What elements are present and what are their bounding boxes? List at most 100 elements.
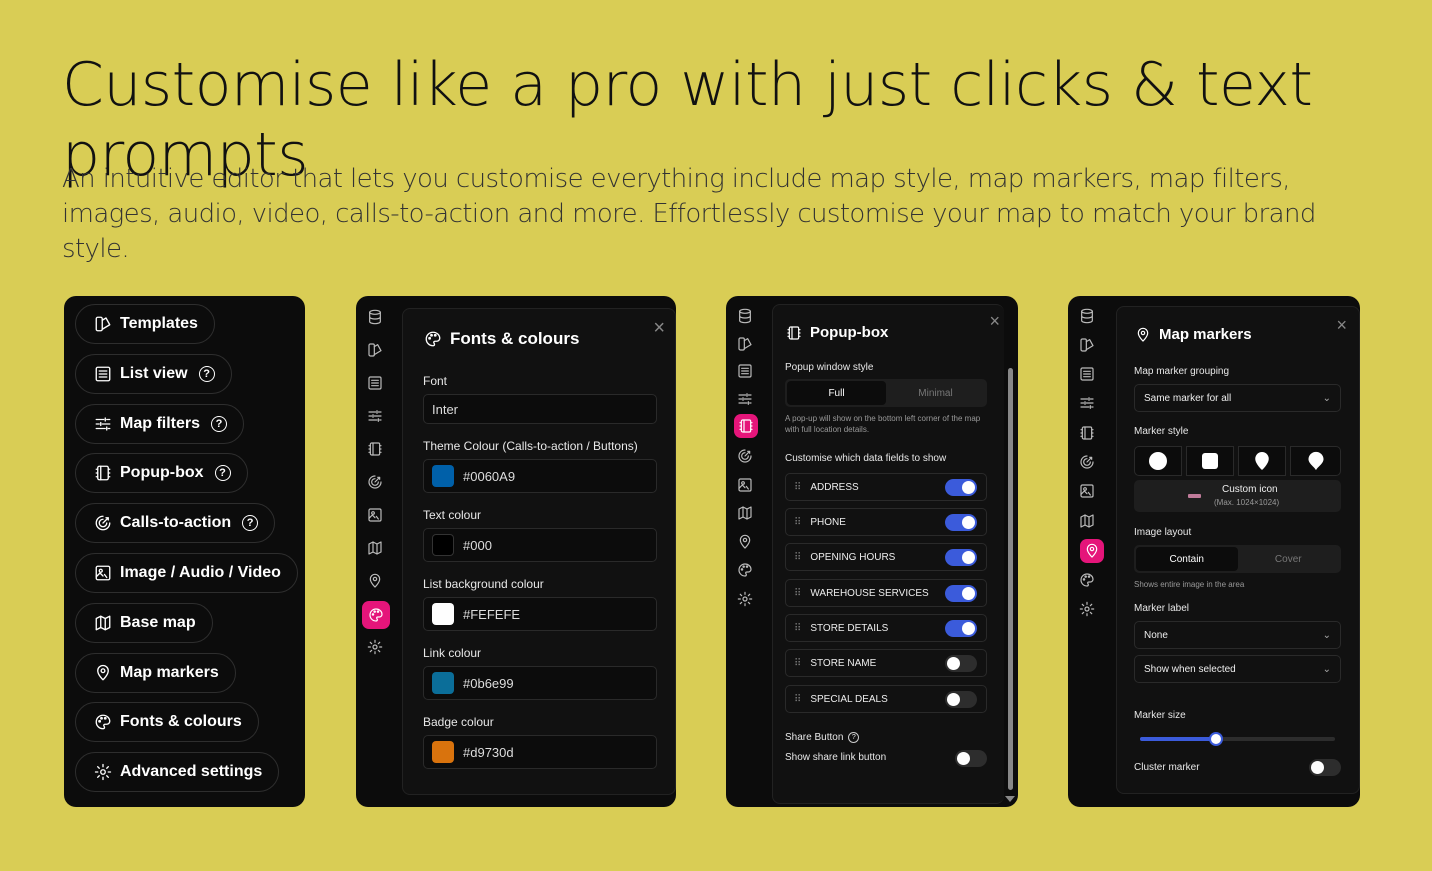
custom-icon-upload[interactable]: Custom icon (Max. 1024×1024): [1134, 480, 1341, 512]
image-layout-cover[interactable]: Cover: [1238, 547, 1340, 571]
colour-swatch[interactable]: [432, 534, 454, 556]
store-name-toggle[interactable]: [945, 655, 977, 672]
help-icon[interactable]: ?: [211, 416, 228, 432]
drag-handle-icon[interactable]: ⠿: [794, 694, 801, 705]
theme-colour-field[interactable]: #0060A9: [423, 459, 657, 493]
pin-icon[interactable]: [1080, 539, 1104, 563]
data-icon[interactable]: [367, 309, 385, 327]
custom-icon-label: Custom icon: [1222, 484, 1278, 495]
menu-item-media[interactable]: Image / Audio / Video: [75, 553, 298, 593]
media-icon[interactable]: [367, 507, 385, 525]
popup-style-minimal[interactable]: Minimal: [886, 381, 985, 405]
marker-style-circle[interactable]: [1134, 446, 1182, 476]
drag-handle-icon[interactable]: ⠿: [794, 482, 801, 493]
gear-icon[interactable]: [1079, 601, 1097, 619]
data-icon[interactable]: [1079, 308, 1097, 326]
colour-swatch[interactable]: [432, 741, 454, 763]
store-details-toggle[interactable]: [945, 620, 977, 637]
menu-item-list-view[interactable]: List view ?: [75, 354, 232, 394]
phone-toggle[interactable]: [945, 514, 977, 531]
media-icon: [95, 565, 111, 581]
map-icon[interactable]: [367, 540, 385, 558]
map-markers-panel: × Map markers Map marker grouping Same m…: [1068, 296, 1360, 807]
map-icon[interactable]: [737, 505, 755, 523]
close-icon[interactable]: ×: [989, 311, 1000, 332]
list-icon[interactable]: [737, 363, 755, 381]
help-icon[interactable]: ?: [198, 366, 215, 382]
close-icon[interactable]: ×: [1336, 315, 1347, 336]
menu-item-base-map[interactable]: Base map: [75, 603, 213, 643]
drag-handle-icon[interactable]: ⠿: [794, 623, 801, 634]
address-toggle[interactable]: [945, 479, 977, 496]
map-icon[interactable]: [1079, 513, 1097, 531]
popup-icon[interactable]: [734, 414, 758, 438]
marker-style-drop[interactable]: [1290, 446, 1341, 476]
palette-icon[interactable]: [362, 601, 390, 629]
marker-size-slider[interactable]: [1140, 732, 1335, 746]
pin-icon[interactable]: [367, 573, 385, 591]
colour-swatch[interactable]: [432, 672, 454, 694]
pin-icon[interactable]: [737, 534, 755, 552]
colour-swatch[interactable]: [432, 603, 454, 625]
marker-style-square[interactable]: [1186, 446, 1234, 476]
drag-handle-icon[interactable]: ⠿: [794, 588, 801, 599]
menu-item-popup-box[interactable]: Popup-box ?: [75, 453, 248, 493]
link-colour-label: Link colour: [423, 646, 482, 660]
menu-item-advanced-settings[interactable]: Advanced settings: [75, 752, 280, 792]
special-deals-toggle[interactable]: [945, 691, 977, 708]
sliders-icon[interactable]: [737, 391, 755, 409]
popup-style-full[interactable]: Full: [787, 381, 886, 405]
link-colour-field[interactable]: #0b6e99: [423, 666, 657, 700]
opening-hours-toggle[interactable]: [945, 549, 977, 566]
close-icon[interactable]: ×: [653, 317, 665, 340]
menu-item-map-filters[interactable]: Map filters ?: [75, 404, 245, 444]
popup-icon[interactable]: [1079, 425, 1097, 443]
palette-icon[interactable]: [737, 562, 755, 580]
help-icon[interactable]: ?: [214, 465, 231, 481]
image-layout-contain[interactable]: Contain: [1136, 547, 1238, 571]
drag-handle-icon[interactable]: ⠿: [794, 658, 801, 669]
colour-swatch[interactable]: [432, 465, 454, 487]
scroll-down-icon[interactable]: [1005, 796, 1015, 802]
cta-icon: [95, 515, 111, 531]
list-bg-colour-field[interactable]: #FEFEFE: [423, 597, 657, 631]
marker-label-select[interactable]: None ⌄: [1134, 621, 1341, 649]
menu-item-templates[interactable]: Templates: [75, 304, 215, 344]
menu-item-calls-to-action[interactable]: Calls-to-action ?: [75, 503, 276, 543]
menu-item-map-markers[interactable]: Map markers: [75, 653, 236, 693]
data-icon[interactable]: [737, 308, 755, 326]
help-icon[interactable]: ?: [242, 515, 259, 531]
gear-icon[interactable]: [367, 639, 385, 657]
gear-icon[interactable]: [737, 591, 755, 609]
marker-size-thumb[interactable]: [1209, 732, 1224, 746]
card-title: Popup-box: [786, 324, 888, 341]
templates-icon[interactable]: [737, 336, 755, 354]
popup-icon[interactable]: [367, 441, 385, 459]
help-icon[interactable]: ?: [848, 732, 860, 743]
drag-handle-icon[interactable]: ⠿: [794, 517, 801, 528]
cta-icon[interactable]: [1079, 454, 1097, 472]
warehouse-services-toggle[interactable]: [945, 585, 977, 602]
badge-colour-field[interactable]: #d9730d: [423, 735, 657, 769]
media-icon[interactable]: [1079, 483, 1097, 501]
marker-label-visibility-select[interactable]: Show when selected ⌄: [1134, 655, 1341, 683]
templates-icon[interactable]: [367, 342, 385, 360]
drag-handle-icon[interactable]: ⠿: [794, 552, 801, 563]
sliders-icon[interactable]: [367, 408, 385, 426]
cta-icon[interactable]: [737, 448, 755, 466]
templates-icon[interactable]: [1079, 337, 1097, 355]
menu-item-fonts-colours[interactable]: Fonts & colours: [75, 702, 259, 742]
list-icon[interactable]: [1079, 366, 1097, 384]
marker-style-pin[interactable]: [1238, 446, 1286, 476]
sliders-icon[interactable]: [1079, 395, 1097, 413]
share-toggle[interactable]: [955, 750, 987, 767]
grouping-select[interactable]: Same marker for all ⌄: [1134, 384, 1341, 412]
palette-icon[interactable]: [1079, 572, 1097, 590]
text-colour-field[interactable]: #000: [423, 528, 657, 562]
list-icon[interactable]: [367, 375, 385, 393]
cta-icon[interactable]: [367, 474, 385, 492]
font-field[interactable]: Inter: [423, 394, 657, 424]
scrollbar-thumb[interactable]: [1008, 368, 1013, 790]
media-icon[interactable]: [737, 477, 755, 495]
cluster-marker-toggle[interactable]: [1309, 759, 1341, 776]
